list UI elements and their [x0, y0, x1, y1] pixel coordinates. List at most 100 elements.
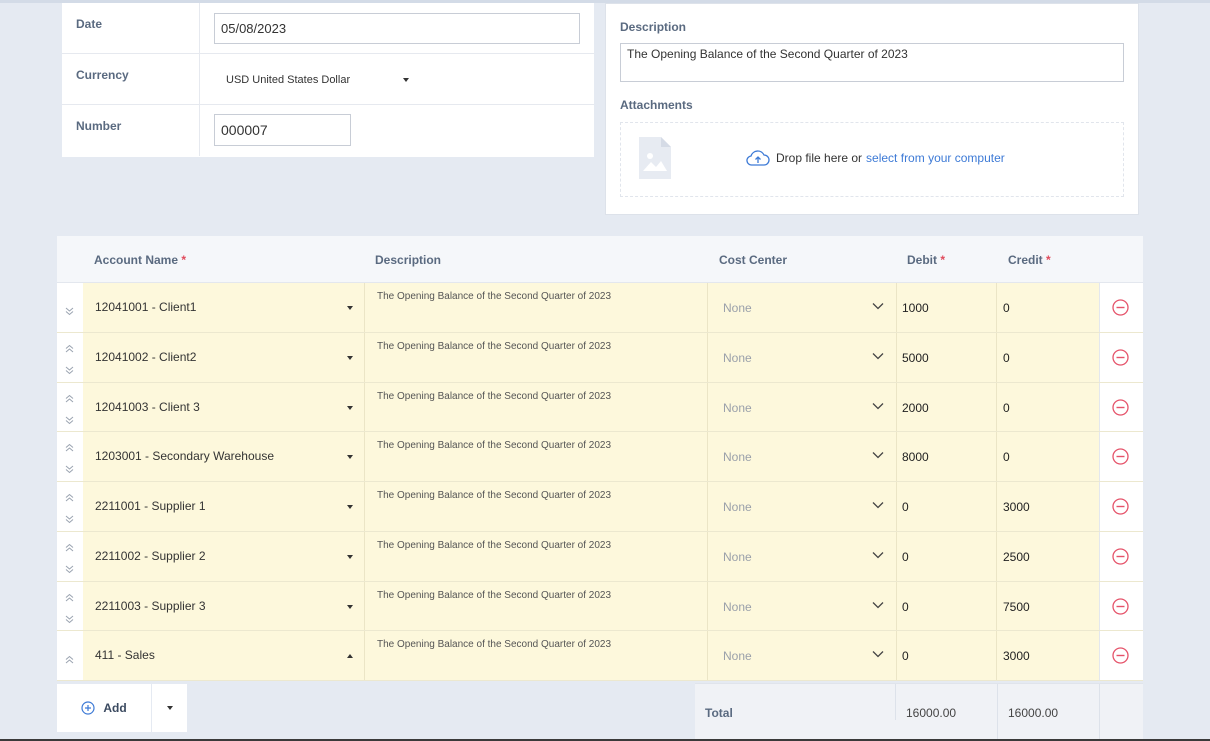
cost-center-select[interactable]: None — [708, 432, 897, 481]
attachment-drop-zone[interactable]: Drop file here or select from your compu… — [620, 122, 1124, 197]
debit-input[interactable]: 2000 — [897, 382, 997, 432]
move-up-icon[interactable] — [65, 589, 74, 607]
credit-value: 0 — [1003, 301, 1010, 315]
account-select[interactable]: 2211003 - Supplier 3 — [83, 581, 365, 631]
move-up-icon[interactable] — [65, 340, 74, 358]
description-input[interactable]: The Opening Balance of the Second Quarte… — [620, 43, 1124, 82]
dropdown-caret-icon — [347, 604, 353, 609]
account-select[interactable]: 12041003 - Client 3 — [83, 382, 365, 432]
cost-center-select[interactable]: None — [708, 631, 897, 680]
row-reorder-cell — [57, 432, 83, 481]
line-description-value: The Opening Balance of the Second Quarte… — [377, 490, 612, 501]
account-select[interactable]: 2211002 - Supplier 2 — [83, 531, 365, 581]
credit-input[interactable]: 0 — [997, 332, 1100, 382]
currency-row: Currency USD United States Dollar — [62, 54, 594, 105]
cost-center-value: None — [723, 301, 752, 315]
debit-input[interactable]: 0 — [897, 482, 997, 531]
remove-row-icon[interactable] — [1112, 647, 1129, 664]
line-description-input[interactable]: The Opening Balance of the Second Quarte… — [365, 382, 708, 432]
debit-input[interactable]: 0 — [897, 581, 997, 631]
cost-center-value: None — [723, 450, 752, 465]
move-down-icon[interactable] — [65, 303, 74, 321]
debit-value: 0 — [902, 549, 909, 564]
remove-row-icon[interactable] — [1112, 398, 1129, 416]
date-input[interactable] — [214, 13, 580, 44]
move-up-icon[interactable] — [65, 539, 74, 557]
row-reorder-cell — [57, 531, 83, 581]
line-description-input[interactable]: The Opening Balance of the Second Quarte… — [365, 631, 708, 680]
account-select[interactable]: 411 - Sales — [83, 631, 365, 680]
credit-input[interactable]: 0 — [997, 283, 1100, 332]
line-description-input[interactable]: The Opening Balance of the Second Quarte… — [365, 581, 708, 631]
total-label: Total — [705, 706, 733, 720]
move-down-icon[interactable] — [65, 561, 74, 579]
add-line-button[interactable]: Add — [57, 684, 151, 732]
credit-value: 2500 — [1003, 549, 1030, 564]
line-description-input[interactable]: The Opening Balance of the Second Quarte… — [365, 332, 708, 382]
account-value: 12041002 - Client2 — [95, 349, 197, 364]
account-value: 2211003 - Supplier 3 — [95, 598, 206, 613]
account-select[interactable]: 12041001 - Client1 — [83, 283, 365, 332]
remove-row-icon[interactable] — [1112, 498, 1129, 515]
credit-input[interactable]: 3000 — [997, 631, 1100, 680]
table-row: 12041001 - Client1 The Opening Balance o… — [57, 283, 1143, 333]
move-up-icon[interactable] — [65, 390, 74, 408]
credit-value: 0 — [1003, 350, 1010, 365]
debit-value: 5000 — [902, 350, 929, 365]
table-row: 1203001 - Secondary Warehouse The Openin… — [57, 432, 1143, 482]
add-options-dropdown[interactable] — [152, 684, 187, 732]
cost-center-select[interactable]: None — [708, 332, 897, 382]
select-file-link[interactable]: select from your computer — [866, 151, 1005, 165]
total-debit: 16000.00 — [895, 684, 997, 720]
dropdown-caret-icon — [347, 455, 353, 460]
move-up-icon[interactable] — [65, 651, 74, 669]
line-description-input[interactable]: The Opening Balance of the Second Quarte… — [365, 482, 708, 531]
cost-center-select[interactable]: None — [708, 382, 897, 432]
remove-row-icon[interactable] — [1112, 299, 1129, 316]
move-down-icon[interactable] — [65, 412, 74, 430]
remove-row-icon[interactable] — [1112, 349, 1129, 366]
move-up-icon[interactable] — [65, 439, 74, 457]
remove-row-icon[interactable] — [1112, 597, 1129, 615]
move-down-icon[interactable] — [65, 511, 74, 529]
dropdown-caret-icon — [347, 505, 353, 509]
line-description-value: The Opening Balance of the Second Quarte… — [377, 539, 612, 551]
debit-input[interactable]: 5000 — [897, 332, 997, 382]
date-label: Date — [62, 3, 200, 53]
move-down-icon[interactable] — [65, 461, 74, 479]
remove-row-cell — [1100, 332, 1143, 382]
cost-center-select[interactable]: None — [708, 531, 897, 581]
credit-input[interactable]: 3000 — [997, 482, 1100, 531]
line-description-input[interactable]: The Opening Balance of the Second Quarte… — [365, 432, 708, 481]
move-up-icon[interactable] — [65, 489, 74, 507]
cost-center-select[interactable]: None — [708, 283, 897, 332]
credit-input[interactable]: 0 — [997, 382, 1100, 432]
debit-value: 0 — [902, 500, 909, 514]
description-label: Description — [620, 20, 687, 34]
dropdown-caret-icon — [347, 554, 353, 559]
account-select[interactable]: 1203001 - Secondary Warehouse — [83, 432, 365, 481]
account-select[interactable]: 2211001 - Supplier 1 — [83, 482, 365, 531]
credit-input[interactable]: 0 — [997, 432, 1100, 481]
move-down-icon[interactable] — [65, 362, 74, 380]
move-down-icon[interactable] — [65, 611, 74, 629]
debit-input[interactable]: 0 — [897, 531, 997, 581]
line-description-input[interactable]: The Opening Balance of the Second Quarte… — [365, 283, 708, 332]
line-description-input[interactable]: The Opening Balance of the Second Quarte… — [365, 531, 708, 581]
debit-input[interactable]: 1000 — [897, 283, 997, 332]
credit-input[interactable]: 7500 — [997, 581, 1100, 631]
cost-center-select[interactable]: None — [708, 581, 897, 631]
table-row: 2211003 - Supplier 3 The Opening Balance… — [57, 581, 1143, 632]
number-input[interactable] — [214, 114, 351, 146]
currency-select[interactable]: USD United States Dollar — [200, 54, 594, 104]
cost-center-value: None — [723, 599, 752, 614]
header-cost-center: Cost Center — [719, 253, 788, 267]
credit-input[interactable]: 2500 — [997, 531, 1100, 581]
remove-row-icon[interactable] — [1112, 448, 1129, 465]
dropdown-caret-icon — [347, 355, 353, 360]
debit-input[interactable]: 8000 — [897, 432, 997, 481]
remove-row-icon[interactable] — [1112, 548, 1129, 565]
account-select[interactable]: 12041002 - Client2 — [83, 332, 365, 382]
debit-input[interactable]: 0 — [897, 631, 997, 680]
cost-center-select[interactable]: None — [708, 482, 897, 531]
